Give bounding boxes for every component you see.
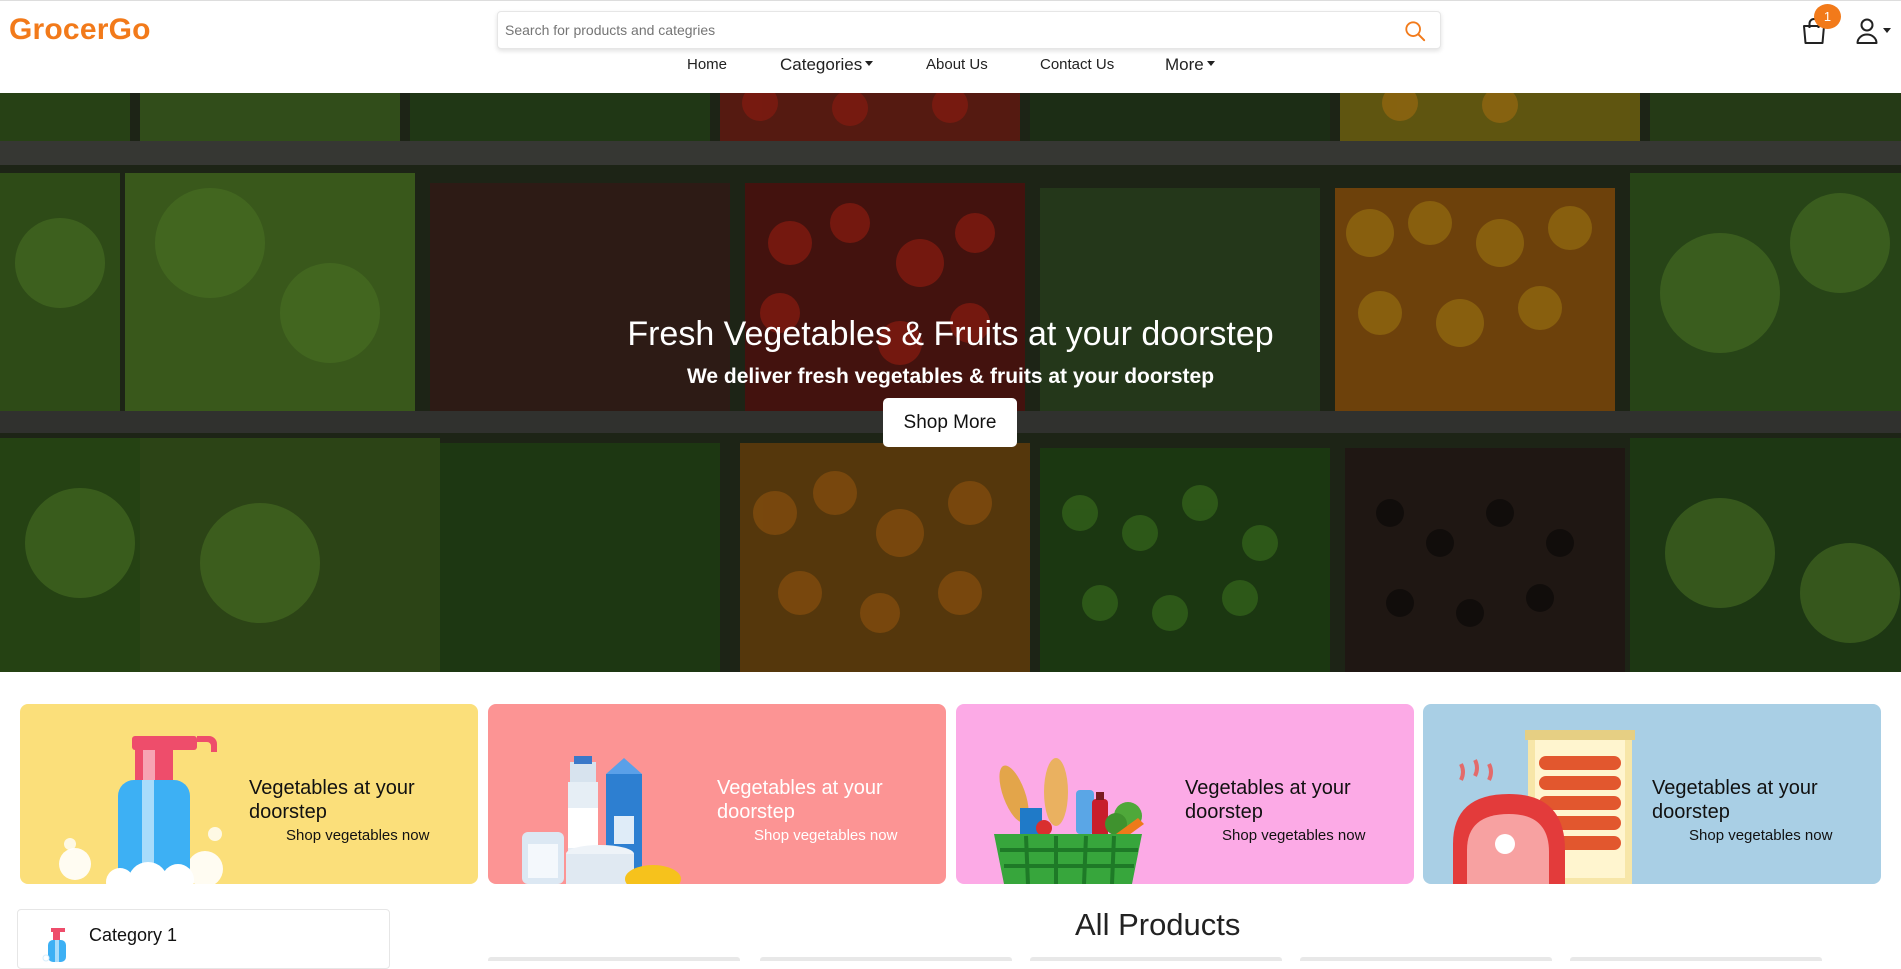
- soap-dispenser-icon: [42, 928, 66, 962]
- promo-card-4[interactable]: Vegetables at your doorstep Shop vegetab…: [1423, 704, 1881, 884]
- search-bar: [497, 11, 1441, 49]
- promo-card-3[interactable]: Vegetables at your doorstep Shop vegetab…: [956, 704, 1414, 884]
- hero-title: Fresh Vegetables & Fruits at your doorst…: [627, 315, 1274, 353]
- promo-title: Vegetables at your doorstep: [1652, 777, 1818, 823]
- hero-subtitle: We deliver fresh vegetables & fruits at …: [686, 365, 1215, 388]
- product-card[interactable]: [1570, 957, 1822, 961]
- all-products-heading: All Products: [1075, 907, 1241, 942]
- chevron-down-icon: [865, 61, 874, 67]
- promo-title: Vegetables at your doorstep: [717, 777, 883, 823]
- nav-categories[interactable]: Categories: [780, 55, 874, 75]
- search-icon[interactable]: [1404, 20, 1426, 42]
- promo-subtitle[interactable]: Shop vegetables now: [1222, 827, 1365, 844]
- nav-about-label: About Us: [926, 56, 988, 73]
- product-card[interactable]: [1300, 957, 1552, 961]
- nav-contact-label: Contact Us: [1040, 56, 1115, 73]
- grocery-basket-icon: [994, 758, 1144, 884]
- product-card[interactable]: [488, 957, 740, 961]
- main-nav: Home Categories About Us Contact Us More: [0, 55, 1901, 80]
- user-menu[interactable]: [1855, 16, 1895, 46]
- soap-dispenser-icon: [59, 736, 223, 884]
- brand-logo[interactable]: GrocerGo: [9, 13, 151, 47]
- cart-count-badge: 1: [1814, 4, 1841, 29]
- hero-banner: Fresh Vegetables & Fruits at your doorst…: [0, 93, 1901, 672]
- product-card[interactable]: [760, 957, 1012, 961]
- nav-about-us[interactable]: About Us: [926, 56, 988, 73]
- chevron-down-icon: [1883, 28, 1891, 33]
- promo-title: Vegetables at your doorstep: [1185, 777, 1351, 823]
- shop-more-button[interactable]: Shop More: [883, 398, 1017, 447]
- product-card[interactable]: [1030, 957, 1282, 961]
- nav-more-label: More: [1165, 55, 1204, 74]
- nav-home[interactable]: Home: [687, 56, 727, 73]
- category-label: Category 1: [89, 925, 178, 945]
- promo-card-1[interactable]: Vegetables at your doorstep Shop vegetab…: [20, 704, 478, 884]
- promo-subtitle[interactable]: Shop vegetables now: [1689, 827, 1832, 844]
- nav-categories-label: Categories: [780, 55, 863, 74]
- meat-sausages-icon: [1453, 730, 1635, 884]
- chevron-down-icon: [1206, 61, 1215, 67]
- user-icon: [1856, 18, 1878, 44]
- nav-contact-us[interactable]: Contact Us: [1040, 56, 1114, 73]
- category-sidebar: Category 1: [17, 909, 390, 969]
- dairy-products-icon: [522, 756, 681, 884]
- search-input[interactable]: [498, 12, 1388, 48]
- promo-title: Vegetables at your doorstep: [249, 777, 415, 823]
- promo-subtitle[interactable]: Shop vegetables now: [754, 827, 897, 844]
- sidebar-item-category-1[interactable]: Category 1: [18, 910, 389, 966]
- promo-subtitle[interactable]: Shop vegetables now: [286, 827, 429, 844]
- nav-more[interactable]: More: [1165, 55, 1215, 75]
- site-header: GrocerGo Home Categories About Us Contac…: [0, 0, 1901, 93]
- nav-home-label: Home: [687, 56, 728, 73]
- promo-card-2[interactable]: Vegetables at your doorstep Shop vegetab…: [488, 704, 946, 884]
